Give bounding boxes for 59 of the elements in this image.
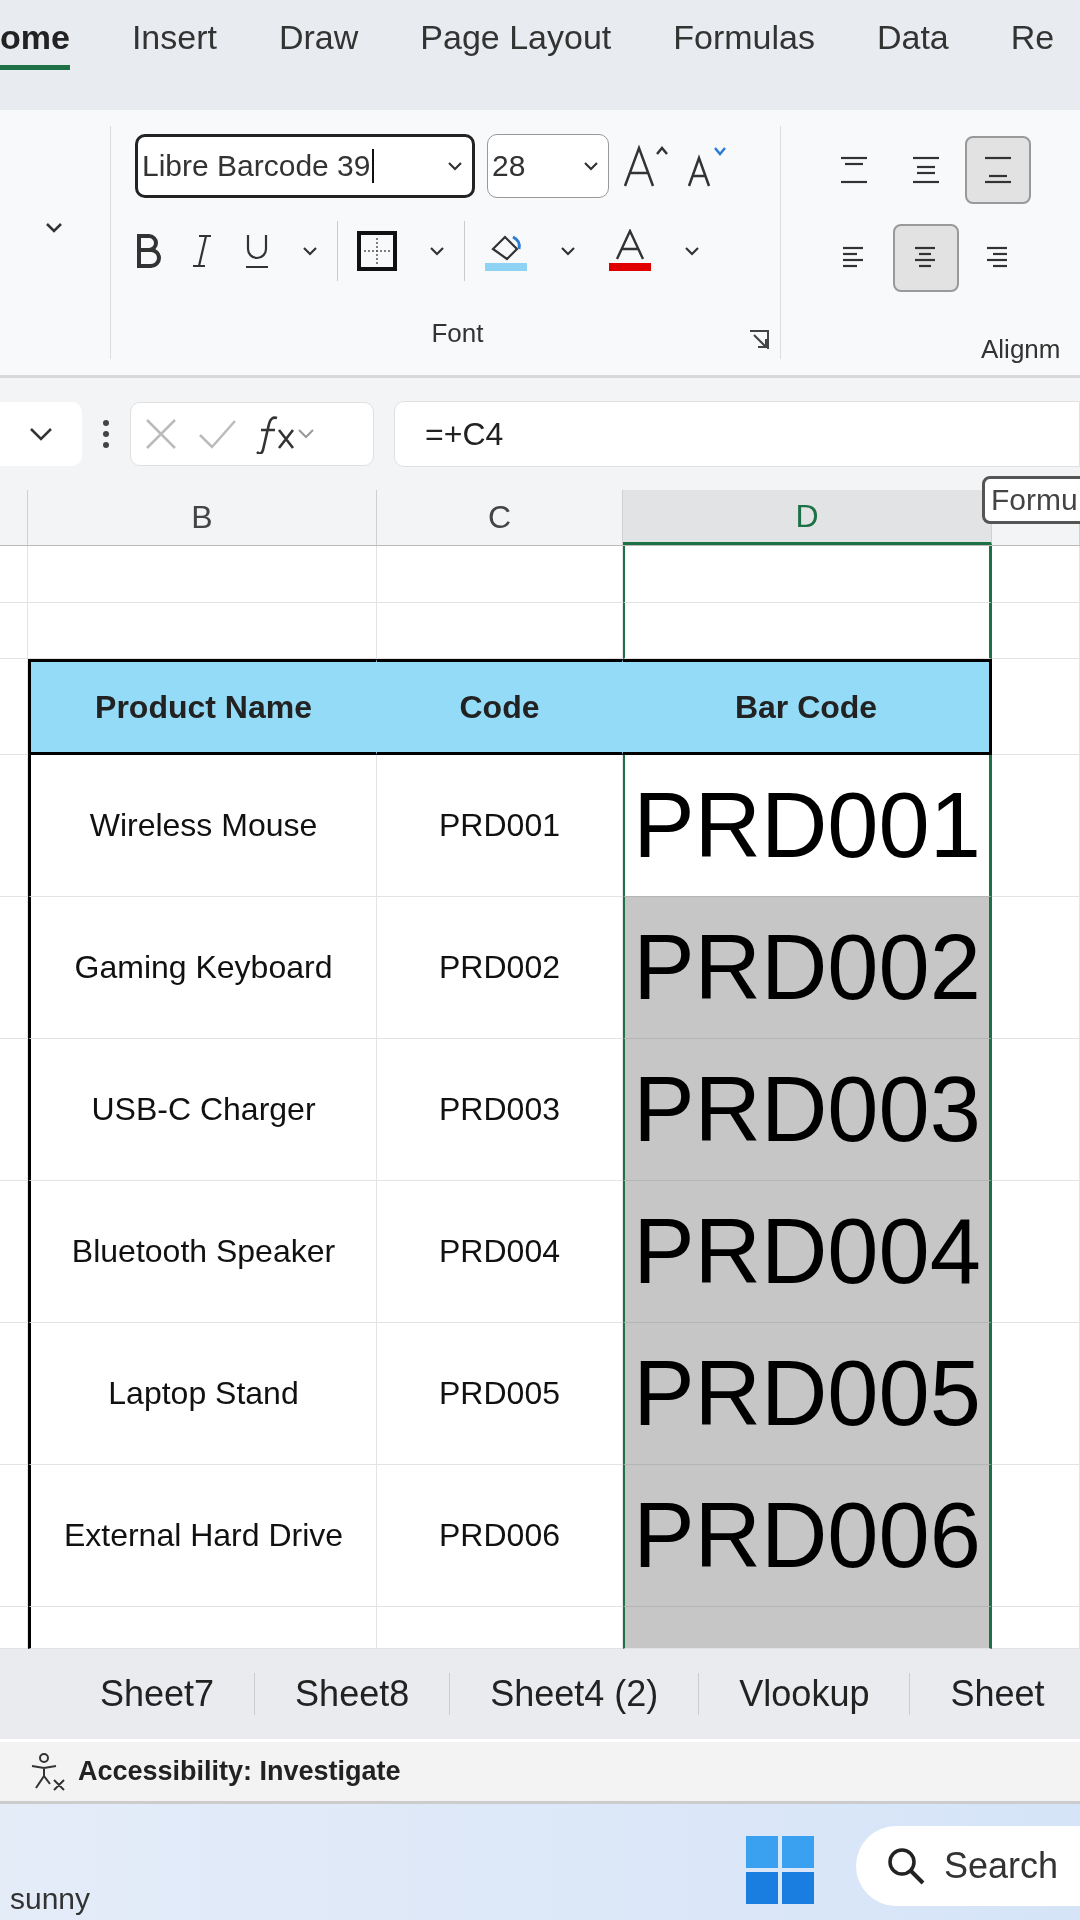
borders-icon[interactable] [356, 230, 398, 272]
caret-icon [446, 160, 464, 172]
ribbon-tab[interactable]: Insert [131, 18, 217, 70]
italic-icon[interactable] [191, 234, 213, 268]
table-cell: USB-C Charger [28, 1039, 377, 1181]
ribbon-tab[interactable]: Re [1010, 18, 1055, 70]
group-label: Font [431, 318, 484, 349]
caret-icon[interactable] [44, 222, 64, 234]
header-cell: Product Name [28, 659, 377, 755]
ribbon-tab[interactable]: Draw [278, 18, 359, 70]
ribbon-tab[interactable]: Formulas [673, 18, 815, 70]
header-cell: Bar Code [623, 659, 992, 755]
caret-icon[interactable] [428, 245, 446, 257]
empty-cell [0, 546, 28, 603]
underline-icon[interactable] [243, 233, 271, 269]
accessibility-status[interactable]: Accessibility: Investigate [78, 1756, 401, 1787]
sheet-tab[interactable]: Sheet [910, 1673, 1080, 1715]
font-size-field[interactable]: 28 [487, 134, 609, 198]
barcode-cell: PRD004 [623, 1181, 992, 1323]
table-cell: Laptop Stand [28, 1323, 377, 1465]
tooltip: Formu [982, 476, 1080, 524]
sheet-tab[interactable]: Vlookup [699, 1673, 911, 1715]
caret-icon[interactable] [559, 245, 577, 257]
empty-cell [0, 603, 28, 659]
barcode-cell: PRD006 [623, 1465, 992, 1607]
barcode-cell: PRD001 [623, 755, 992, 897]
more-icon[interactable] [102, 419, 110, 449]
bold-icon[interactable] [135, 234, 161, 268]
sheet-tab[interactable]: Sheet8 [255, 1673, 451, 1715]
font-color-icon[interactable] [607, 229, 653, 273]
table-cell: Bluetooth Speaker [28, 1181, 377, 1323]
weather-text[interactable]: sunny [10, 1882, 91, 1916]
formula-input[interactable]: =+C4 [394, 401, 1080, 467]
caret-icon[interactable] [301, 245, 319, 257]
caret-icon[interactable] [683, 245, 701, 257]
sheet-tab[interactable]: Sheet7 [60, 1673, 256, 1715]
dialog-launcher-icon[interactable] [748, 329, 770, 351]
windows-logo-icon[interactable] [746, 1836, 814, 1904]
barcode-cell: PRD003 [623, 1039, 992, 1181]
table-cell: Gaming Keyboard [28, 897, 377, 1039]
font-name-field[interactable]: Libre Barcode 39 [135, 134, 475, 198]
function-icon[interactable] [255, 414, 315, 454]
sheet-tab[interactable]: Sheet4 (2) [450, 1673, 700, 1715]
ribbon-tab[interactable]: Data [876, 18, 949, 70]
ribbon-tab[interactable]: ome [0, 18, 70, 70]
barcode-cell: PRD002 [623, 897, 992, 1039]
column-header[interactable]: B [28, 490, 377, 545]
barcode-cell: PRD005 [623, 1323, 992, 1465]
table-cell: Wireless Mouse [28, 755, 377, 897]
column-header[interactable]: D [623, 490, 992, 545]
align-button[interactable] [965, 136, 1031, 204]
group-label: Alignm [980, 334, 1062, 365]
table-cell: External Hard Drive [28, 1465, 377, 1607]
ribbon-tab[interactable]: Page Layout [420, 18, 612, 70]
header-cell: Code [377, 659, 623, 755]
align-button[interactable] [893, 224, 959, 292]
taskbar-search[interactable]: Search [856, 1826, 1080, 1906]
search-icon [886, 1846, 926, 1886]
caret-icon [582, 160, 600, 172]
